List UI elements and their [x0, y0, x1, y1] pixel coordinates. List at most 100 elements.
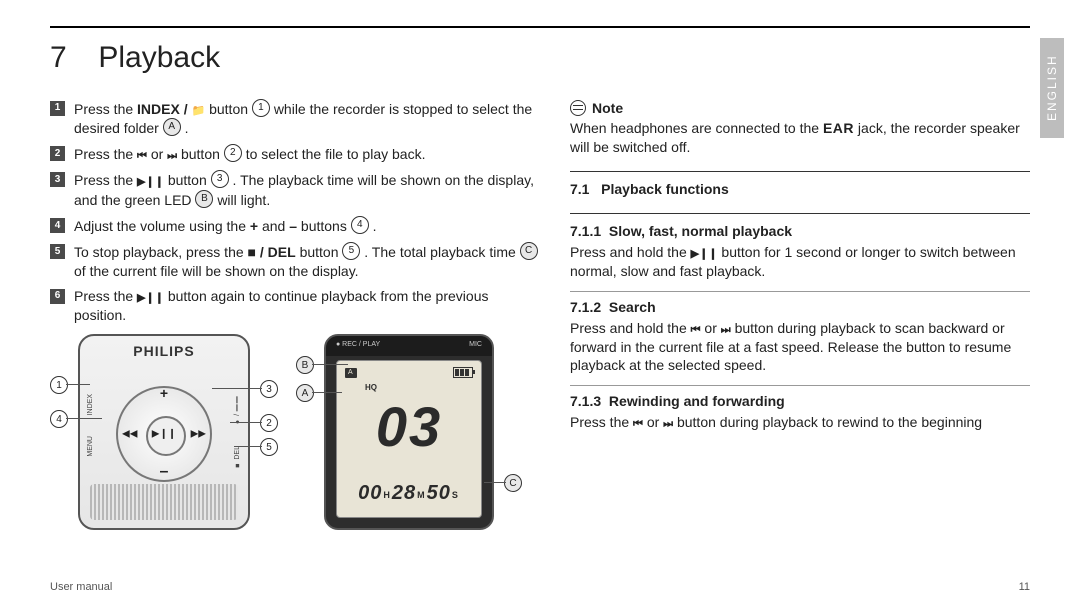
text: .	[185, 120, 189, 136]
plus-button: +	[160, 384, 168, 403]
callout-5-icon: 5	[260, 438, 278, 456]
battery-icon	[453, 367, 473, 378]
section-rule	[570, 291, 1030, 292]
ref-a: A	[163, 118, 181, 136]
text: Press the	[74, 172, 137, 188]
step-5: To stop playback, press the ■ / DEL butt…	[50, 242, 540, 281]
text: .	[373, 218, 377, 234]
play-button: ▶❙❙	[152, 428, 176, 442]
section-rule	[570, 385, 1030, 386]
callout-1-icon: 1	[50, 376, 68, 394]
callout-b-icon: B	[296, 356, 314, 374]
del-side-label: ■ DEL	[233, 446, 242, 469]
text: Press the	[74, 288, 137, 304]
chapter-title: Playback	[98, 41, 220, 74]
language-tab: ENGLISH	[1040, 38, 1064, 138]
text: Adjust the volume using the	[74, 218, 250, 234]
text: . The total playback time	[364, 244, 519, 260]
section-7-1-heading: 7.1 Playback functions	[570, 180, 1030, 199]
ear-jack-label: EAR	[823, 120, 854, 136]
step-4: Adjust the volume using the + and – butt…	[50, 216, 540, 236]
text: and	[262, 218, 289, 234]
footer-left: User manual	[50, 580, 112, 595]
section-7-1-3-body: Press the ⏮ or ⏭ button during playback …	[570, 413, 1030, 432]
device-lcd: ● REC / PLAY MIC HQ 03 00H28M50S	[324, 334, 494, 530]
callout-a-icon: A	[296, 384, 314, 402]
rewind-button: ◀◀	[122, 428, 137, 442]
step-list: Press the INDEX / 📁 button 1 while the r…	[50, 99, 540, 325]
next-icon: ⏭	[721, 324, 731, 336]
ref-4: 4	[351, 216, 369, 234]
prev-icon: ⏮	[691, 324, 701, 336]
page-footer: User manual 11	[50, 580, 1030, 595]
section-7-1-2-body: Press and hold the ⏮ or ⏭ button during …	[570, 319, 1030, 376]
note-heading: Note	[570, 99, 1030, 118]
leader-line	[66, 384, 90, 385]
index-side-label: INDEX	[86, 394, 95, 415]
right-column: Note When headphones are connected to th…	[570, 99, 1030, 531]
leader-line	[312, 364, 348, 365]
minus-button: –	[160, 461, 169, 483]
text: buttons	[301, 218, 351, 234]
ref-1: 1	[252, 99, 270, 117]
device-body: PHILIPS + – ◀◀ ▶▶ ▶❙❙ INDEX MENU ● / ❙❙ …	[78, 334, 250, 530]
mic-label: MIC	[469, 340, 482, 352]
prev-icon: ⏮	[137, 150, 147, 162]
text: will light.	[217, 192, 270, 208]
callout-4-icon: 4	[50, 410, 68, 428]
leader-line	[66, 418, 102, 419]
leader-line	[234, 446, 262, 447]
index-button-label: INDEX / 📁	[137, 101, 205, 117]
play-pause-icon: ▶❙❙	[137, 176, 164, 188]
text: to select the file to play back.	[246, 146, 426, 162]
plus-label: +	[250, 218, 258, 234]
step-6: Press the ▶❙❙ button again to continue p…	[50, 287, 540, 325]
play-pause-icon: ▶❙❙	[137, 292, 164, 304]
note-label: Note	[592, 99, 623, 118]
rec-play-led-label: ● REC / PLAY	[336, 340, 380, 352]
figures-row: PHILIPS + – ◀◀ ▶▶ ▶❙❙ INDEX MENU ● / ❙❙ …	[50, 334, 540, 530]
next-icon: ⏭	[167, 150, 177, 162]
text: of the current file will be shown on the…	[74, 263, 359, 279]
rec-side-label: ● / ❙❙	[233, 396, 242, 425]
lcd-screen: HQ 03 00H28M50S	[336, 360, 482, 518]
top-rule	[50, 26, 1030, 28]
leader-line	[212, 388, 262, 389]
text: button	[168, 172, 211, 188]
text: button	[209, 101, 252, 117]
brand-label: PHILIPS	[80, 342, 248, 361]
ref-5: 5	[342, 242, 360, 260]
speaker-grille	[90, 484, 238, 520]
text: Press the	[74, 146, 137, 162]
chapter-heading: 7 Playback	[50, 38, 1030, 79]
text: button	[300, 244, 343, 260]
left-column: Press the INDEX / 📁 button 1 while the r…	[50, 99, 540, 531]
ref-b: B	[195, 190, 213, 208]
section-7-1-3-heading: 7.1.3 Rewinding and forwarding	[570, 392, 1030, 411]
step-3: Press the ▶❙❙ button 3 . The playback ti…	[50, 170, 540, 210]
note-body: When headphones are connected to the EAR…	[570, 119, 1030, 157]
file-number: 03	[337, 389, 481, 465]
device-front-figure: PHILIPS + – ◀◀ ▶▶ ▶❙❙ INDEX MENU ● / ❙❙ …	[50, 334, 278, 530]
text: To stop playback, press the	[74, 244, 248, 260]
device-topbar: ● REC / PLAY MIC	[326, 336, 492, 356]
ref-3: 3	[211, 170, 229, 188]
section-rule	[570, 171, 1030, 172]
folder-a-icon	[345, 368, 357, 378]
two-column-layout: Press the INDEX / 📁 button 1 while the r…	[50, 99, 1030, 531]
text: Press the	[74, 101, 137, 117]
device-lcd-figure: ● REC / PLAY MIC HQ 03 00H28M50S	[296, 334, 522, 530]
manual-page: ENGLISH 7 Playback Press the INDEX / 📁 b…	[0, 0, 1080, 609]
leader-line	[484, 482, 506, 483]
play-pause-icon: ▶❙❙	[691, 248, 718, 260]
step-1: Press the INDEX / 📁 button 1 while the r…	[50, 99, 540, 139]
leader-line	[230, 422, 262, 423]
section-7-1-2-heading: 7.1.2 Search	[570, 298, 1030, 317]
stop-del-label: ■ / DEL	[248, 244, 296, 260]
text: button	[181, 146, 224, 162]
step-2: Press the ⏮ or ⏭ button 2 to select the …	[50, 144, 540, 164]
next-icon: ⏭	[663, 418, 673, 430]
menu-side-label: MENU	[86, 436, 95, 457]
playback-time: 00H28M50S	[337, 480, 481, 507]
ref-c: C	[520, 242, 538, 260]
